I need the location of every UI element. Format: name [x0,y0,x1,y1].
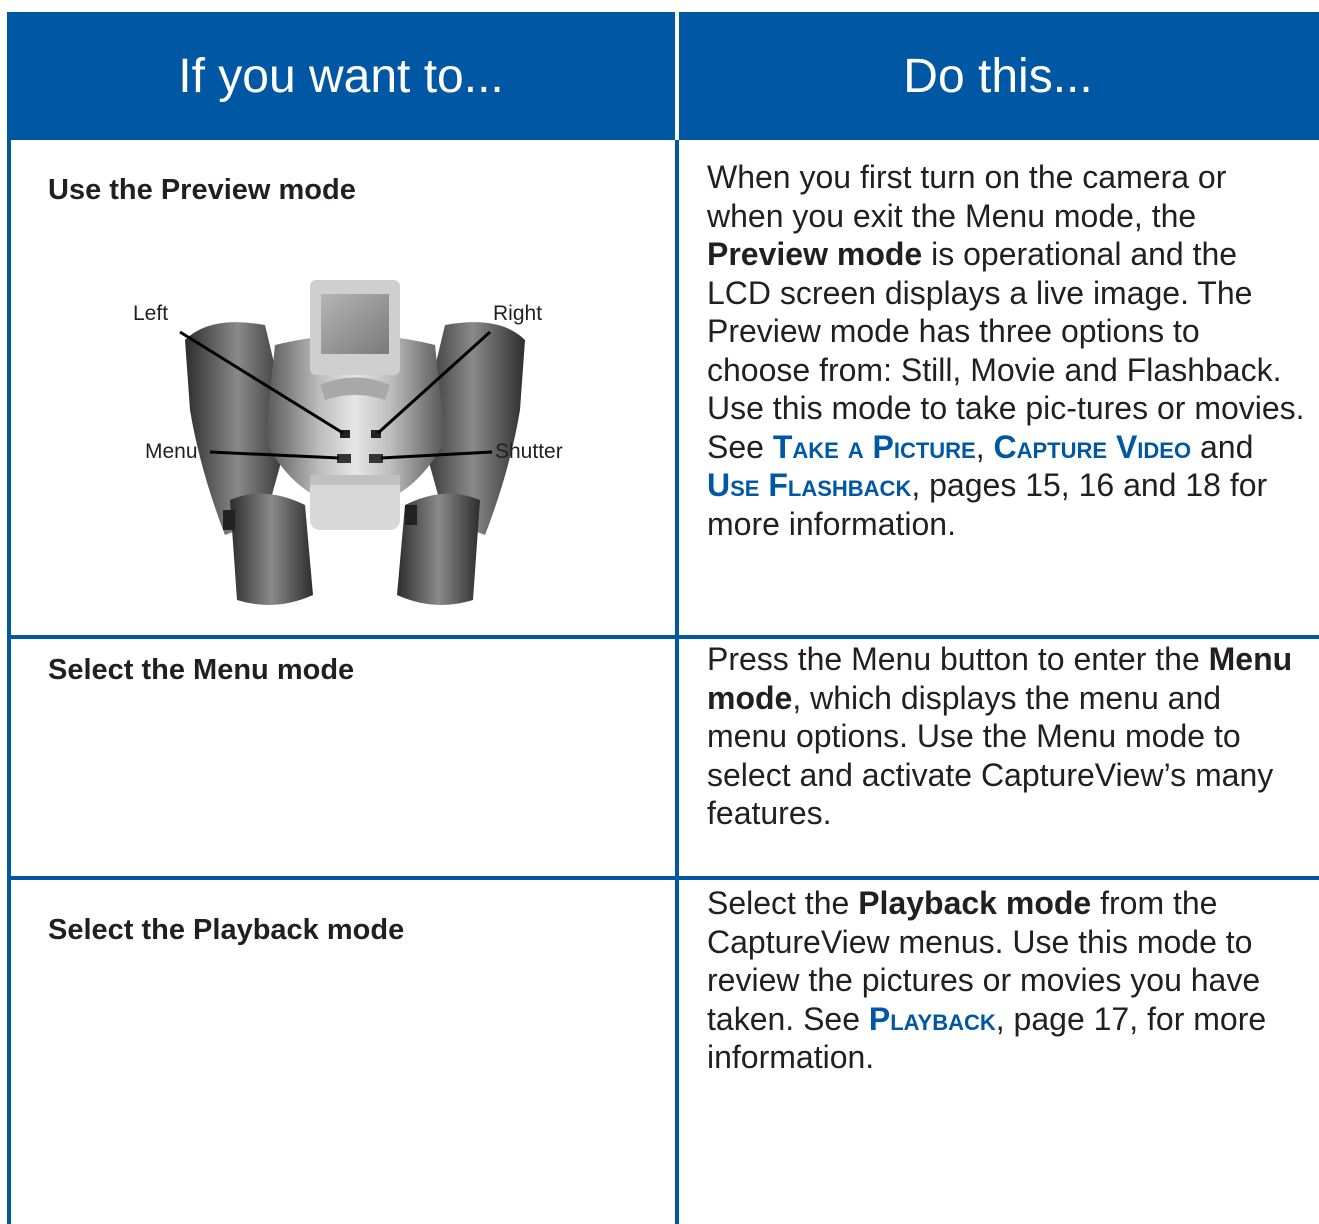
callout-menu-label: Menu [145,440,198,463]
table-left-border [7,140,11,1224]
row-description-menu: Press the Menu button to enter the Menu … [707,641,1293,831]
row-description-preview: When you first turn on the camera or whe… [707,159,1305,542]
row-action-playback: Select the Playback mode [48,914,405,946]
header-divider [675,12,679,140]
xref-link[interactable]: Capture Video [994,429,1192,465]
header-left-title: If you want to... [178,49,504,103]
table-header: If you want to... Do this... [7,12,1319,140]
camera-diagram: Left Right Menu Shutter [115,270,595,615]
row-description-playback: Select the Playback mode from the Captur… [707,885,1267,1075]
xref-link[interactable]: Playback [869,1001,996,1037]
xref-link[interactable]: Take a Picture [773,429,976,465]
row-action-menu: Select the Menu mode [48,654,355,686]
row-divider [7,635,1319,639]
row-action-preview: Use the Preview mode [48,174,356,206]
column-divider [675,16,679,1224]
callout-right-label: Right [493,302,543,325]
xref-link[interactable]: Use Flashback [707,467,911,503]
header-right-title: Do this... [903,49,1093,103]
callout-left-label: Left [133,302,169,325]
callout-shutter-label: Shutter [495,440,563,463]
row-divider [7,876,1319,880]
